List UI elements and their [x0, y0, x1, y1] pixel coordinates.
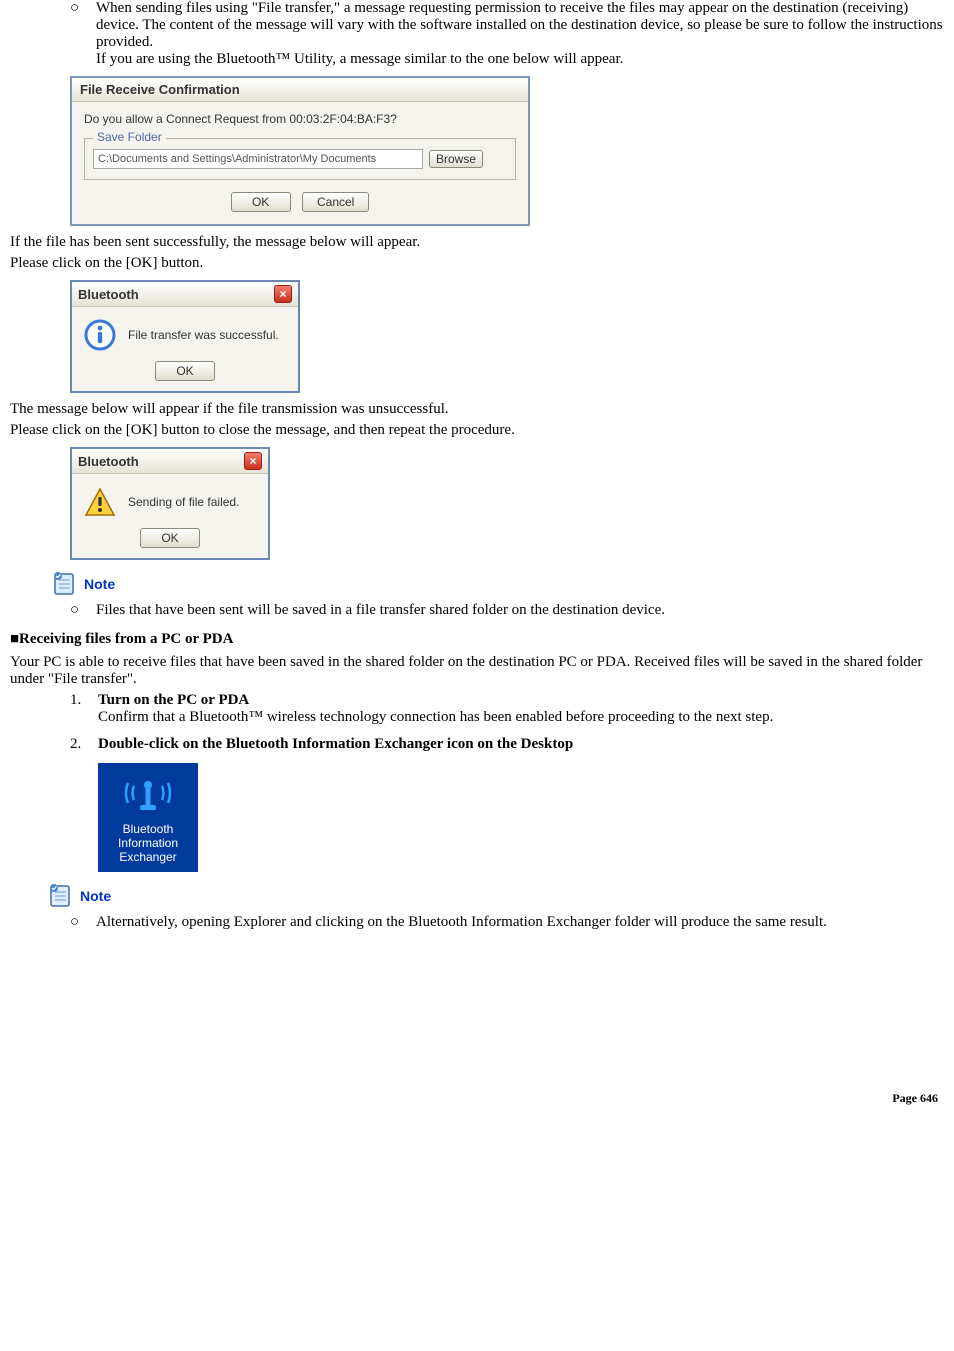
icon-label-line: Bluetooth [102, 822, 194, 836]
ok-button[interactable]: OK [155, 361, 215, 381]
bluetooth-exchanger-desktop-icon[interactable]: Bluetooth Information Exchanger [98, 763, 198, 872]
dialog-title: File Receive Confirmation [80, 82, 240, 97]
note-icon [50, 570, 78, 598]
icon-label-line: Exchanger [102, 850, 194, 864]
step-2: 2. Double-click on the Bluetooth Informa… [70, 736, 944, 753]
paragraph: The message below will appear if the fil… [10, 401, 944, 418]
save-folder-path-input[interactable] [93, 149, 423, 169]
list-item: ○ Files that have been sent will be save… [70, 602, 944, 619]
cancel-button[interactable]: Cancel [302, 192, 369, 212]
paragraph: If the file has been sent successfully, … [10, 234, 944, 251]
paragraph: Alternatively, opening Explorer and clic… [96, 914, 944, 931]
step-title: Double-click on the Bluetooth Informatio… [98, 736, 944, 753]
dialog-message: File transfer was successful. [128, 328, 279, 342]
close-icon[interactable]: × [244, 452, 262, 470]
save-folder-fieldset: Save Folder Browse [84, 138, 516, 180]
dialog-question: Do you allow a Connect Request from 00:0… [84, 112, 516, 126]
dialog-title: Bluetooth [78, 454, 139, 469]
bullet-mark: ○ [70, 602, 96, 619]
close-icon[interactable]: × [274, 285, 292, 303]
section-heading: ■Receiving files from a PC or PDA [10, 631, 944, 648]
step-1: 1. Turn on the PC or PDA Confirm that a … [70, 692, 944, 726]
step-number: 1. [70, 692, 98, 726]
paragraph: If you are using the Bluetooth™ Utility,… [96, 51, 944, 68]
bullet-mark: ○ [70, 0, 96, 68]
note-icon [46, 882, 74, 910]
dialog-title-bar: Bluetooth × [72, 282, 298, 307]
step-title: Turn on the PC or PDA [98, 692, 944, 709]
note-heading: Note [50, 570, 944, 598]
list-item: ○ Alternatively, opening Explorer and cl… [70, 914, 944, 931]
page-number: Page 646 [10, 1091, 944, 1106]
info-icon [84, 319, 116, 351]
ok-button[interactable]: OK [140, 528, 200, 548]
icon-label-line: Information [102, 836, 194, 850]
step-number: 2. [70, 736, 98, 753]
paragraph: Files that have been sent will be saved … [96, 602, 944, 619]
step-body: Confirm that a Bluetooth™ wireless techn… [98, 709, 944, 726]
list-item: ○ When sending files using "File transfe… [70, 0, 944, 68]
paragraph: Please click on the [OK] button. [10, 255, 944, 272]
dialog-file-receive-confirmation: File Receive Confirmation Do you allow a… [70, 76, 530, 226]
bluetooth-wireless-icon [102, 773, 194, 816]
dialog-title-bar: File Receive Confirmation [72, 78, 528, 102]
warning-icon [84, 486, 116, 518]
note-heading: Note [46, 882, 944, 910]
fieldset-legend: Save Folder [93, 130, 166, 144]
dialog-bluetooth-success: Bluetooth × File transfer was successful… [70, 280, 300, 393]
paragraph: Your PC is able to receive files that ha… [10, 654, 944, 688]
note-label: Note [80, 888, 111, 904]
note-label: Note [84, 576, 115, 592]
paragraph: When sending files using "File transfer,… [96, 0, 944, 51]
dialog-message: Sending of file failed. [128, 495, 239, 509]
browse-button[interactable]: Browse [429, 150, 483, 168]
dialog-bluetooth-fail: Bluetooth × Sending of file failed. OK [70, 447, 270, 560]
bullet-mark: ○ [70, 914, 96, 931]
dialog-title-bar: Bluetooth × [72, 449, 268, 474]
ok-button[interactable]: OK [231, 192, 291, 212]
dialog-title: Bluetooth [78, 287, 139, 302]
paragraph: Please click on the [OK] button to close… [10, 422, 944, 439]
